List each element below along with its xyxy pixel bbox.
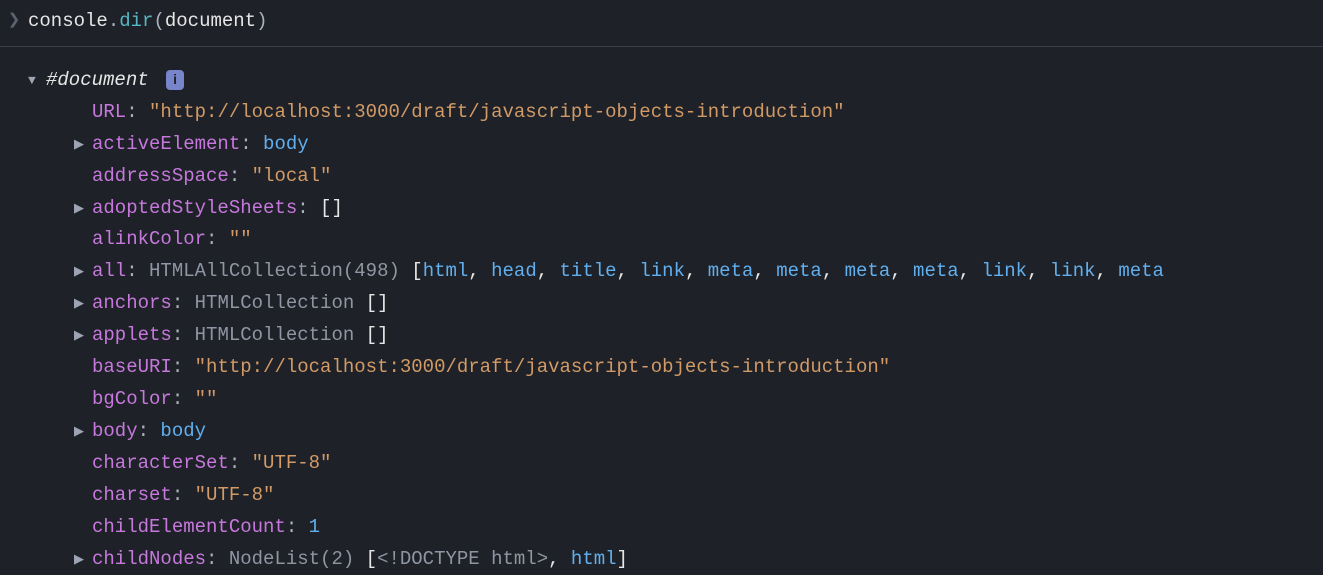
prop-alink-color[interactable]: alinkColor: "" <box>46 224 1323 256</box>
collection-type: NodeList(2) <box>229 548 366 570</box>
expand-arrow-icon[interactable]: ▶ <box>74 421 92 443</box>
key: baseURI <box>92 356 172 378</box>
value: "UTF-8" <box>252 452 332 474</box>
value: body <box>263 133 309 155</box>
expand-arrow-icon[interactable]: ▶ <box>74 293 92 315</box>
prop-child-nodes[interactable]: ▶childNodes: NodeList(2) [<!DOCTYPE html… <box>46 544 1323 575</box>
value: "local" <box>252 165 332 187</box>
value: [] <box>320 197 343 219</box>
key: bgColor <box>92 388 172 410</box>
value: [] <box>366 292 389 314</box>
key: alinkColor <box>92 228 206 250</box>
prop-bg-color[interactable]: bgColor: "" <box>46 384 1323 416</box>
value: [] <box>366 324 389 346</box>
key: charset <box>92 484 172 506</box>
expand-arrow-icon[interactable]: ▼ <box>28 70 46 92</box>
root-label: #document <box>46 69 149 91</box>
key: all <box>92 260 126 282</box>
collection-type: HTMLAllCollection(498) <box>149 260 411 282</box>
key: body <box>92 420 138 442</box>
expand-arrow-icon[interactable]: ▶ <box>74 549 92 571</box>
key: characterSet <box>92 452 229 474</box>
key: adoptedStyleSheets <box>92 197 297 219</box>
prop-all[interactable]: ▶all: HTMLAllCollection(498) [html, head… <box>46 256 1323 288</box>
cmd-paren-open: ( <box>153 10 164 32</box>
cmd-dot: . <box>108 10 119 32</box>
key: childElementCount <box>92 516 286 538</box>
console-input-row[interactable]: ❯console.dir(document) <box>0 0 1323 47</box>
prop-child-element-count[interactable]: childElementCount: 1 <box>46 512 1323 544</box>
key: childNodes <box>92 548 206 570</box>
root-node[interactable]: ▼#document i <box>0 65 1323 97</box>
object-tree: ▼#document i URL: "http://localhost:3000… <box>0 47 1323 575</box>
value: "" <box>229 228 252 250</box>
prop-anchors[interactable]: ▶anchors: HTMLCollection [] <box>46 288 1323 320</box>
prop-charset[interactable]: charset: "UTF-8" <box>46 480 1323 512</box>
expand-arrow-icon[interactable]: ▶ <box>74 261 92 283</box>
collection-type: HTMLCollection <box>195 292 366 314</box>
prop-character-set[interactable]: characterSet: "UTF-8" <box>46 448 1323 480</box>
collection-type: HTMLCollection <box>195 324 366 346</box>
prompt-chevron-icon: ❯ <box>0 8 28 33</box>
info-icon[interactable]: i <box>166 70 184 90</box>
value: 1 <box>309 516 320 538</box>
prop-url[interactable]: URL: "http://localhost:3000/draft/javasc… <box>46 97 1323 129</box>
value: "http://localhost:3000/draft/javascript-… <box>149 101 845 123</box>
expand-arrow-icon[interactable]: ▶ <box>74 198 92 220</box>
key: applets <box>92 324 172 346</box>
prop-active-element[interactable]: ▶activeElement: body <box>46 129 1323 161</box>
key: addressSpace <box>92 165 229 187</box>
prop-adopted-style-sheets[interactable]: ▶adoptedStyleSheets: [] <box>46 193 1323 225</box>
key: URL <box>92 101 126 123</box>
key: activeElement <box>92 133 240 155</box>
value: "" <box>195 388 218 410</box>
key: anchors <box>92 292 172 314</box>
prop-body[interactable]: ▶body: body <box>46 416 1323 448</box>
value: body <box>160 420 206 442</box>
prop-applets[interactable]: ▶applets: HTMLCollection [] <box>46 320 1323 352</box>
value: "http://localhost:3000/draft/javascript-… <box>195 356 891 378</box>
cmd-function: dir <box>119 10 153 32</box>
expand-arrow-icon[interactable]: ▶ <box>74 325 92 347</box>
value: "UTF-8" <box>195 484 275 506</box>
prop-address-space[interactable]: addressSpace: "local" <box>46 161 1323 193</box>
prop-base-uri[interactable]: baseURI: "http://localhost:3000/draft/ja… <box>46 352 1323 384</box>
cmd-object: console <box>28 10 108 32</box>
cmd-argument: document <box>165 10 256 32</box>
cmd-paren-close: ) <box>256 10 267 32</box>
expand-arrow-icon[interactable]: ▶ <box>74 134 92 156</box>
